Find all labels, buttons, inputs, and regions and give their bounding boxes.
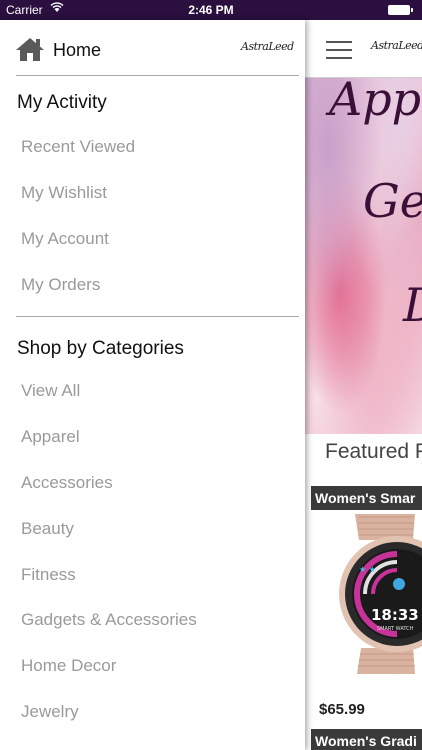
divider: [16, 75, 299, 76]
menu-item-recent-viewed[interactable]: Recent Viewed: [21, 137, 135, 157]
promo-banner[interactable]: App Ge D: [305, 72, 422, 434]
hamburger-menu-icon[interactable]: [326, 41, 352, 59]
header-logo: AstraLeed: [371, 39, 422, 52]
content-header: AstraLeed: [305, 20, 422, 78]
category-jewelry[interactable]: Jewelry: [21, 702, 79, 722]
banner-text-line-2: Ge: [363, 174, 422, 228]
menu-item-my-wishlist[interactable]: My Wishlist: [21, 183, 107, 203]
smartwatch-product-image[interactable]: ★ ★ 18:33 SMART WATCH: [325, 514, 422, 674]
status-time: 2:46 PM: [188, 3, 234, 17]
category-fitness[interactable]: Fitness: [21, 565, 76, 585]
product-name-tag[interactable]: Women's Smar: [311, 486, 422, 510]
battery-icon: [388, 5, 413, 15]
svg-text:★ ★: ★ ★: [359, 565, 376, 574]
featured-products-title: Featured P: [325, 440, 422, 463]
category-accessories[interactable]: Accessories: [21, 473, 113, 493]
category-gadgets-accessories[interactable]: Gadgets & Accessories: [21, 610, 197, 630]
status-bar: Carrier 2:46 PM: [0, 0, 422, 20]
main-content: AstraLeed App Ge D Featured P Women's Sm…: [305, 20, 422, 750]
home-icon[interactable]: [14, 36, 46, 62]
menu-item-my-orders[interactable]: My Orders: [21, 275, 100, 295]
drawer-header: Home AstraLeed: [0, 20, 305, 76]
shop-by-categories-title: Shop by Categories: [17, 338, 184, 359]
watch-face-time: 18:33: [371, 606, 419, 624]
category-apparel[interactable]: Apparel: [21, 427, 80, 447]
banner-text-line-1: App: [329, 72, 422, 126]
product-price: $65.99: [319, 701, 365, 718]
category-view-all[interactable]: View All: [21, 381, 80, 401]
product-name-tag-2[interactable]: Women's Gradi: [311, 729, 422, 750]
watch-face-brand: SMART WATCH: [377, 626, 414, 632]
divider: [16, 316, 299, 317]
banner-text-line-3: D: [403, 278, 422, 332]
home-link[interactable]: Home: [53, 40, 101, 61]
menu-item-my-account[interactable]: My Account: [21, 229, 109, 249]
my-activity-title: My Activity: [17, 92, 107, 113]
side-drawer: Home AstraLeed My Activity Recent Viewed…: [0, 20, 305, 750]
category-beauty[interactable]: Beauty: [21, 519, 74, 539]
drawer-logo: AstraLeed: [241, 40, 294, 53]
category-home-decor[interactable]: Home Decor: [21, 656, 116, 676]
